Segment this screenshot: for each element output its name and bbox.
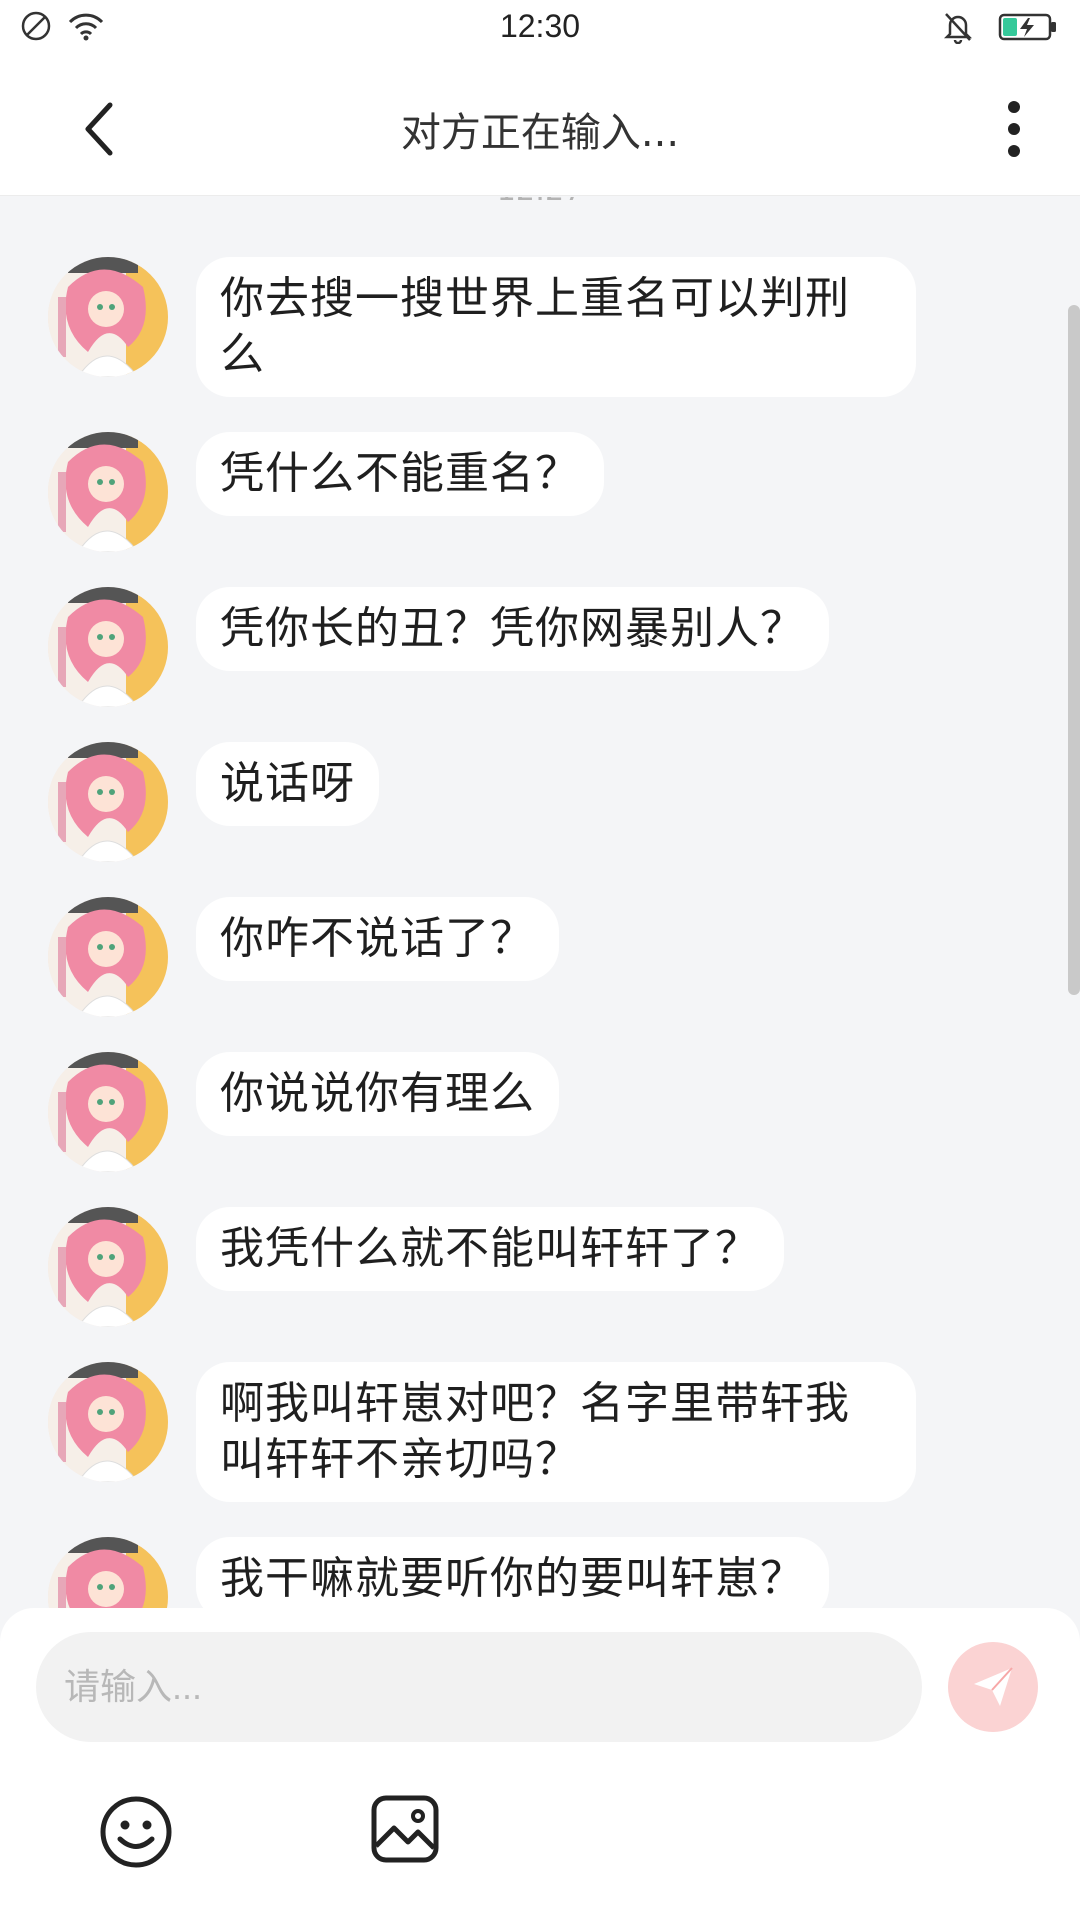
image-button[interactable] (370, 1794, 440, 1864)
status-bar: 12:30 (0, 0, 1080, 56)
message-bubble[interactable]: 说话呀 (196, 742, 379, 826)
message-bubble[interactable]: 啊我叫轩崽对吧？名字里带轩我叫轩轩不亲切吗？ (196, 1362, 916, 1502)
avatar[interactable] (48, 432, 168, 552)
message-bubble[interactable]: 我干嘛就要听你的要叫轩崽？ (196, 1537, 829, 1610)
message-bubble[interactable]: 你说说你有理么 (196, 1052, 559, 1136)
send-icon (974, 1667, 1013, 1706)
avatar[interactable] (48, 257, 168, 377)
more-options-button[interactable] (984, 94, 1044, 164)
status-right (942, 10, 1058, 49)
message-input[interactable] (36, 1632, 922, 1742)
message-row: 你说说你有理么 (48, 1052, 559, 1172)
message-bubble[interactable]: 我凭什么就不能叫轩轩了？ (196, 1207, 784, 1291)
message-bubble[interactable]: 凭你长的丑？凭你网暴别人？ (196, 587, 829, 671)
status-time: 12:30 (499, 8, 581, 44)
image-icon (371, 1795, 439, 1863)
more-vertical-icon (1008, 101, 1020, 157)
time-divider: 12:27 (0, 197, 1080, 208)
bell-muted-icon (942, 10, 974, 49)
message-row: 我凭什么就不能叫轩轩了？ (48, 1207, 784, 1327)
chat-header: 对方正在输入... (0, 56, 1080, 196)
avatar[interactable] (48, 1362, 168, 1482)
message-bubble[interactable]: 你去搜一搜世界上重名可以判刑么 (196, 257, 916, 397)
composer (0, 1608, 1080, 1920)
message-row: 你去搜一搜世界上重名可以判刑么 (48, 257, 916, 397)
message-list[interactable]: 12:27 你去搜一搜世界上重名可以判刑么 凭什么不能重名？ 凭你长的丑？凭你网… (0, 197, 1080, 1610)
avatar[interactable] (48, 1537, 168, 1610)
message-row: 说话呀 (48, 742, 379, 862)
message-bubble[interactable]: 你咋不说话了？ (196, 897, 559, 981)
message-bubble[interactable]: 凭什么不能重名？ (196, 432, 604, 516)
scrollbar[interactable] (1068, 305, 1080, 995)
send-button[interactable] (948, 1642, 1038, 1732)
avatar[interactable] (48, 1052, 168, 1172)
message-row: 你咋不说话了？ (48, 897, 559, 1017)
avatar[interactable] (48, 1207, 168, 1327)
battery-charging-icon (998, 12, 1058, 47)
avatar[interactable] (48, 742, 168, 862)
message-row: 凭你长的丑？凭你网暴别人？ (48, 587, 829, 707)
avatar[interactable] (48, 587, 168, 707)
smiley-icon (100, 1796, 172, 1868)
avatar[interactable] (48, 897, 168, 1017)
message-row: 我干嘛就要听你的要叫轩崽？ (48, 1537, 829, 1610)
message-row: 啊我叫轩崽对吧？名字里带轩我叫轩轩不亲切吗？ (48, 1362, 916, 1502)
emoji-button[interactable] (98, 1794, 174, 1870)
header-title: 对方正在输入... (400, 110, 680, 156)
message-row: 凭什么不能重名？ (48, 432, 604, 552)
